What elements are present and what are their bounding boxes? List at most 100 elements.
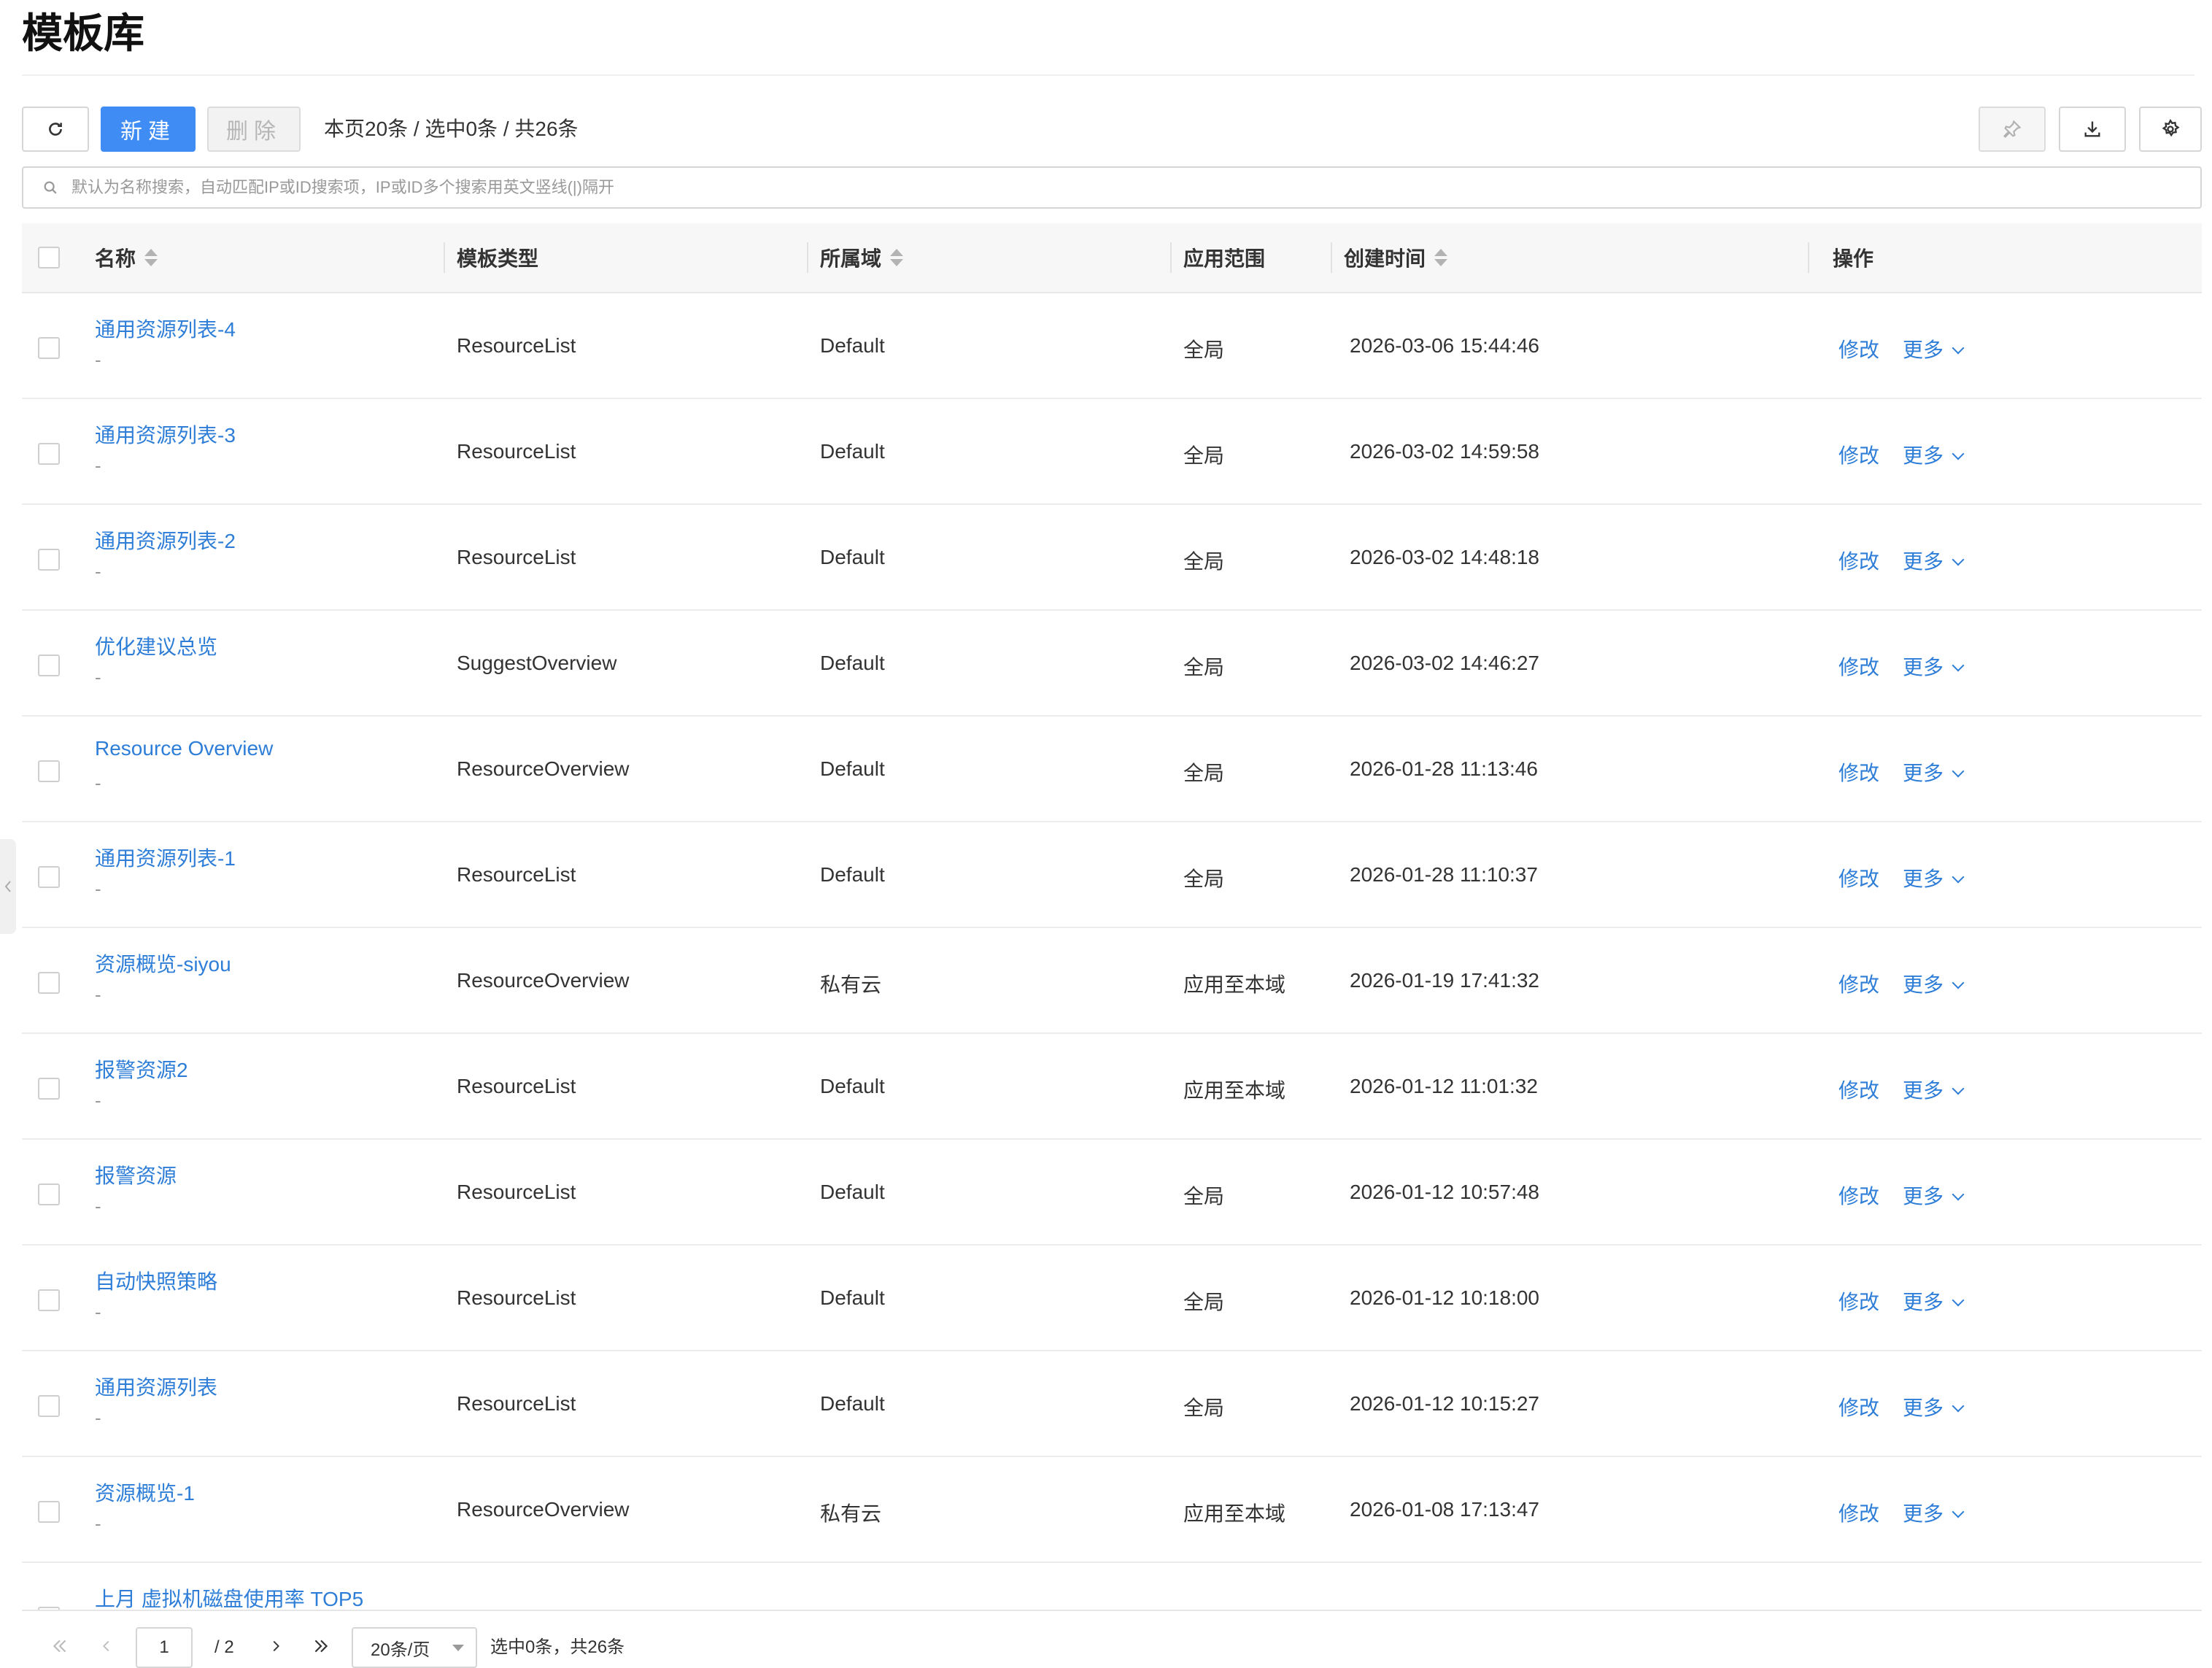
row-checkbox[interactable]: [38, 972, 60, 994]
row-checkbox[interactable]: [38, 1607, 60, 1610]
template-name-link[interactable]: 资源概览-1: [95, 1478, 195, 1507]
edit-link[interactable]: 修改: [1838, 334, 1879, 363]
search-input[interactable]: [70, 167, 2200, 208]
edit-link[interactable]: 修改: [1838, 1075, 1879, 1104]
row-checkbox[interactable]: [38, 337, 60, 359]
row-checkbox[interactable]: [38, 760, 60, 782]
table-row: 报警资源 - ResourceList Default 全局 2026-01-12 10:…: [22, 1140, 2202, 1246]
template-created-time: 2026-03-02 14:46:27: [1350, 652, 1539, 674]
more-dropdown[interactable]: 更多: [1903, 334, 1965, 363]
row-checkbox[interactable]: [38, 655, 60, 676]
page-size-select[interactable]: 20条/页: [352, 1627, 477, 1668]
first-page-button[interactable]: [45, 1632, 74, 1661]
more-dropdown[interactable]: 更多: [1903, 863, 1965, 892]
prev-page-button[interactable]: [92, 1632, 121, 1661]
edit-link[interactable]: 修改: [1838, 969, 1879, 998]
template-type: ResourceOverview: [457, 969, 630, 992]
chevron-down-icon: [1952, 870, 1965, 884]
more-dropdown[interactable]: 更多: [1903, 546, 1965, 575]
edit-link[interactable]: 修改: [1838, 863, 1879, 892]
sort-icon[interactable]: [1434, 249, 1448, 266]
last-page-button[interactable]: [306, 1632, 336, 1661]
download-button[interactable]: [2059, 107, 2126, 152]
sidebar-collapse-handle[interactable]: [0, 839, 16, 934]
template-description: -: [95, 666, 101, 688]
settings-button[interactable]: [2139, 107, 2202, 152]
template-type: ResourceList: [457, 1181, 576, 1203]
edit-link[interactable]: 修改: [1838, 652, 1879, 681]
row-checkbox[interactable]: [38, 443, 60, 465]
template-domain: Default: [820, 757, 885, 780]
template-name-link[interactable]: 通用资源列表: [95, 1372, 217, 1401]
chevron-left-icon: [4, 881, 11, 892]
more-dropdown[interactable]: 更多: [1903, 1392, 1965, 1421]
more-dropdown[interactable]: 更多: [1903, 1181, 1965, 1210]
row-checkbox[interactable]: [38, 1501, 60, 1523]
more-dropdown[interactable]: 更多: [1903, 1075, 1965, 1104]
edit-link[interactable]: 修改: [1838, 757, 1879, 787]
template-domain: Default: [820, 440, 885, 463]
row-checkbox[interactable]: [38, 1184, 60, 1205]
row-checkbox[interactable]: [38, 549, 60, 571]
template-name-link[interactable]: 报警资源2: [95, 1054, 188, 1084]
select-all-checkbox[interactable]: [38, 247, 60, 269]
new-button[interactable]: 新建: [101, 107, 196, 152]
column-divider[interactable]: [807, 242, 808, 273]
template-name-link[interactable]: Resource Overview: [95, 737, 273, 760]
edit-link[interactable]: 修改: [1838, 1181, 1879, 1210]
row-checkbox[interactable]: [38, 866, 60, 888]
template-scope: 全局: [1183, 1397, 1225, 1419]
more-dropdown[interactable]: 更多: [1903, 652, 1965, 681]
more-dropdown[interactable]: 更多: [1903, 757, 1965, 787]
more-dropdown[interactable]: 更多: [1903, 1286, 1965, 1316]
edit-link[interactable]: 修改: [1838, 1498, 1879, 1527]
edit-link[interactable]: 修改: [1838, 440, 1879, 469]
more-dropdown[interactable]: 更多: [1903, 969, 1965, 998]
header-created-label: 创建时间: [1344, 247, 1426, 270]
header-domain[interactable]: 所属域: [820, 223, 904, 292]
column-divider[interactable]: [1170, 242, 1172, 273]
header-name[interactable]: 名称: [95, 223, 158, 292]
pin-button[interactable]: [1979, 107, 2046, 152]
delete-button[interactable]: 删除: [207, 107, 301, 152]
page-number-input[interactable]: 1: [136, 1627, 193, 1668]
template-domain: Default: [820, 863, 885, 886]
row-checkbox[interactable]: [38, 1078, 60, 1100]
page-size-value: 20条/页: [371, 1640, 430, 1660]
template-name-link[interactable]: 通用资源列表-3: [95, 420, 236, 449]
table-header: 名称 模板类型 所属域 应用范围 创建时间 操作: [22, 223, 2202, 293]
more-dropdown[interactable]: 更多: [1903, 1498, 1965, 1527]
table-row: 报警资源2 - ResourceList Default 应用至本域 2026-01-12…: [22, 1034, 2202, 1140]
search-icon: [39, 177, 61, 198]
template-name-link[interactable]: 报警资源: [95, 1160, 177, 1189]
row-checkbox[interactable]: [38, 1289, 60, 1311]
template-table: 名称 模板类型 所属域 应用范围 创建时间 操作 通用资源列表-4 - Resour…: [22, 223, 2202, 1611]
template-name-link[interactable]: 上月 虚拟机磁盘使用率 TOP5: [95, 1583, 363, 1610]
edit-link[interactable]: 修改: [1838, 1392, 1879, 1421]
column-divider[interactable]: [1808, 242, 1809, 273]
template-name-link[interactable]: 自动快照策略: [95, 1266, 217, 1295]
header-created[interactable]: 创建时间: [1344, 223, 1448, 292]
template-name-link[interactable]: 通用资源列表-4: [95, 314, 236, 343]
template-name-link[interactable]: 资源概览-siyou: [95, 949, 231, 978]
table-row: Resource Overview - ResourceOverview Defaul…: [22, 717, 2202, 822]
template-name-link[interactable]: 通用资源列表-1: [95, 843, 236, 872]
column-divider[interactable]: [444, 242, 445, 273]
chevron-left-icon: [103, 1640, 109, 1652]
row-checkbox[interactable]: [38, 1395, 60, 1417]
chevron-down-icon: [1952, 341, 1965, 355]
template-name-link[interactable]: 通用资源列表-2: [95, 525, 236, 555]
sort-icon[interactable]: [890, 249, 904, 266]
template-name-link[interactable]: 优化建议总览: [95, 631, 217, 660]
search-box[interactable]: [22, 166, 2202, 209]
column-divider[interactable]: [1331, 242, 1332, 273]
template-created-time: 2026-03-06 15:44:46: [1350, 334, 1539, 357]
edit-link[interactable]: 修改: [1838, 1286, 1879, 1316]
template-description: -: [95, 1089, 101, 1111]
sort-icon[interactable]: [144, 249, 158, 266]
more-label: 更多: [1903, 1185, 1944, 1208]
more-dropdown[interactable]: 更多: [1903, 440, 1965, 469]
refresh-button[interactable]: [22, 107, 89, 152]
next-page-button[interactable]: [261, 1632, 290, 1661]
edit-link[interactable]: 修改: [1838, 546, 1879, 575]
